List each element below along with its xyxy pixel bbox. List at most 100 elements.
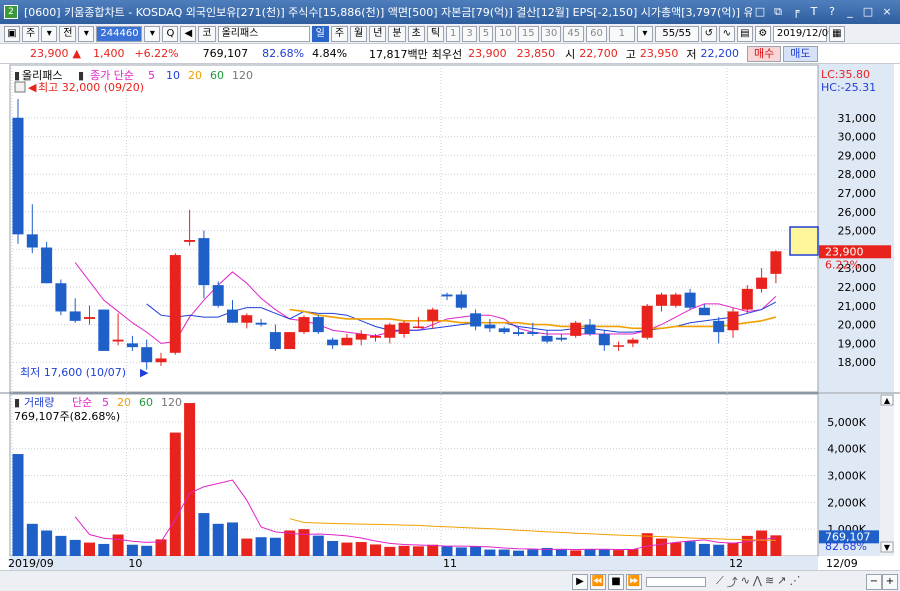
sell-button[interactable]: 매도: [783, 45, 818, 62]
pin-button[interactable]: □: [752, 4, 768, 20]
zoom-slider[interactable]: [646, 577, 706, 587]
stop-button[interactable]: ■: [608, 574, 624, 590]
draw-wave-icon[interactable]: ∿: [741, 574, 750, 590]
minimize-button[interactable]: _: [842, 4, 858, 20]
speaker-icon[interactable]: ◀: [180, 25, 197, 42]
maximize-button[interactable]: □: [860, 4, 876, 20]
period-minute[interactable]: 분: [388, 25, 406, 42]
candle-body: [327, 339, 339, 346]
stock-code-input[interactable]: 244460: [96, 25, 143, 42]
forward-button[interactable]: ⏩: [626, 574, 642, 590]
save-icon[interactable]: ▤: [736, 25, 753, 42]
volume-bar: [527, 549, 539, 556]
play-button[interactable]: ▶: [572, 574, 588, 590]
buy-button[interactable]: 매수: [747, 45, 782, 62]
code-dropdown-icon[interactable]: ▾: [144, 25, 161, 42]
candle-body: [141, 347, 153, 363]
period-second[interactable]: 초: [407, 25, 425, 42]
high-label: 고: [625, 47, 636, 61]
indicator-icon[interactable]: ∿: [718, 25, 735, 42]
market-select[interactable]: 주: [22, 25, 40, 42]
period-month[interactable]: 월: [350, 25, 368, 42]
up-arrow-icon: ▲: [72, 47, 81, 60]
date-input[interactable]: 2019/12/09: [772, 25, 834, 42]
price-tick-label: 31,000: [838, 112, 877, 125]
rewind-button[interactable]: ⏪: [590, 574, 606, 590]
draw-zigzag-icon[interactable]: ⋀: [753, 574, 762, 590]
help-button[interactable]: ?: [824, 4, 840, 20]
draw-channel-icon[interactable]: ≋: [765, 574, 774, 590]
title-bar: 2 [0600] 키움종합차트 - KOSDAQ 외국인보유[271(천)] 주…: [0, 0, 900, 24]
volume-bar: [670, 542, 682, 556]
candle-body: [684, 292, 696, 308]
high-price: 23,950: [639, 47, 679, 60]
draw-arrow-icon[interactable]: ↗: [777, 574, 786, 590]
close-button[interactable]: ×: [878, 4, 896, 20]
draw-fib-icon[interactable]: ⋰: [789, 574, 800, 590]
candle-body: [198, 238, 210, 286]
candle-body: [212, 285, 224, 306]
interval-15[interactable]: 15: [517, 25, 539, 42]
period-tick[interactable]: 틱: [426, 25, 445, 42]
calendar-icon[interactable]: ▦: [828, 25, 845, 42]
volume-legend-name: 거래량: [24, 396, 54, 409]
search-icon[interactable]: Q: [162, 25, 179, 42]
drawing-tools: ⟋ ⤴ ∿ ⋀ ≋ ↗ ⋰: [716, 574, 800, 590]
interval-30[interactable]: 30: [540, 25, 562, 42]
low-price: 22,200: [700, 47, 740, 60]
interval-60[interactable]: 60: [586, 25, 607, 42]
draw-line-icon[interactable]: ⟋: [716, 574, 724, 590]
candle-body: [484, 324, 496, 329]
candle-body: [598, 334, 610, 346]
reset-icon[interactable]: ↺: [700, 25, 717, 42]
layout-button[interactable]: ╒: [788, 4, 804, 20]
candle-body: [670, 294, 682, 306]
current-price-label: 23,900: [825, 245, 864, 258]
period-week[interactable]: 주: [330, 25, 349, 42]
chart-menu-icon[interactable]: ▣: [4, 25, 20, 42]
price-change: 1,400: [92, 47, 125, 60]
price-legend-ma-120: 120: [232, 69, 253, 82]
all-select[interactable]: 전: [59, 25, 77, 42]
candle-body: [298, 317, 310, 333]
settings-icon[interactable]: ⚙: [754, 25, 771, 42]
candle-body: [255, 322, 267, 325]
low-annotation: 최저 17,600 (10/07): [20, 366, 126, 379]
candle-body: [269, 332, 281, 350]
zoom-in-button[interactable]: +: [882, 574, 898, 590]
interval-5[interactable]: 5: [478, 25, 494, 42]
turnover-rate: 4.84%: [312, 47, 348, 60]
volume-bar: [598, 549, 610, 556]
interval-45[interactable]: 45: [563, 25, 585, 42]
calendar-small-icon[interactable]: [14, 81, 26, 93]
period-day[interactable]: 일: [311, 25, 329, 42]
candle-body: [613, 345, 625, 347]
volume-bar: [41, 530, 53, 556]
draw-trend-icon[interactable]: ⤴: [727, 574, 738, 590]
candle-body: [312, 317, 324, 333]
volume-bar: [126, 544, 138, 556]
volume-bar: [69, 539, 81, 556]
period-year[interactable]: 년: [369, 25, 387, 42]
count-dropdown-icon[interactable]: ▾: [636, 25, 653, 42]
interval-count-input[interactable]: 1: [608, 25, 635, 42]
all-dropdown-icon[interactable]: ▾: [78, 25, 95, 42]
candle-body: [698, 307, 710, 316]
open-price: 22,700: [579, 47, 618, 60]
zoom-out-button[interactable]: −: [866, 574, 882, 590]
chart-area[interactable]: ▲ ▼ 18,00019,00020,00021,00022,00023,000…: [0, 64, 900, 570]
candle-body: [355, 334, 367, 340]
candle-body: [84, 317, 95, 319]
market-dropdown-icon[interactable]: ▾: [41, 25, 58, 42]
interval-10[interactable]: 10: [495, 25, 516, 42]
font-button[interactable]: T: [806, 4, 822, 20]
volume-bar: [141, 545, 153, 556]
candle-body: [570, 322, 582, 336]
interval-1[interactable]: 1: [446, 25, 461, 42]
nav-buttons: ▶ ⏪ ■ ⏩: [572, 574, 642, 590]
volume-bar: [198, 513, 210, 556]
link-button[interactable]: ⧉: [770, 4, 786, 20]
interval-3[interactable]: 3: [462, 25, 477, 42]
volume-bar: [513, 550, 524, 556]
low-annotation-arrow: ▶: [140, 366, 149, 379]
